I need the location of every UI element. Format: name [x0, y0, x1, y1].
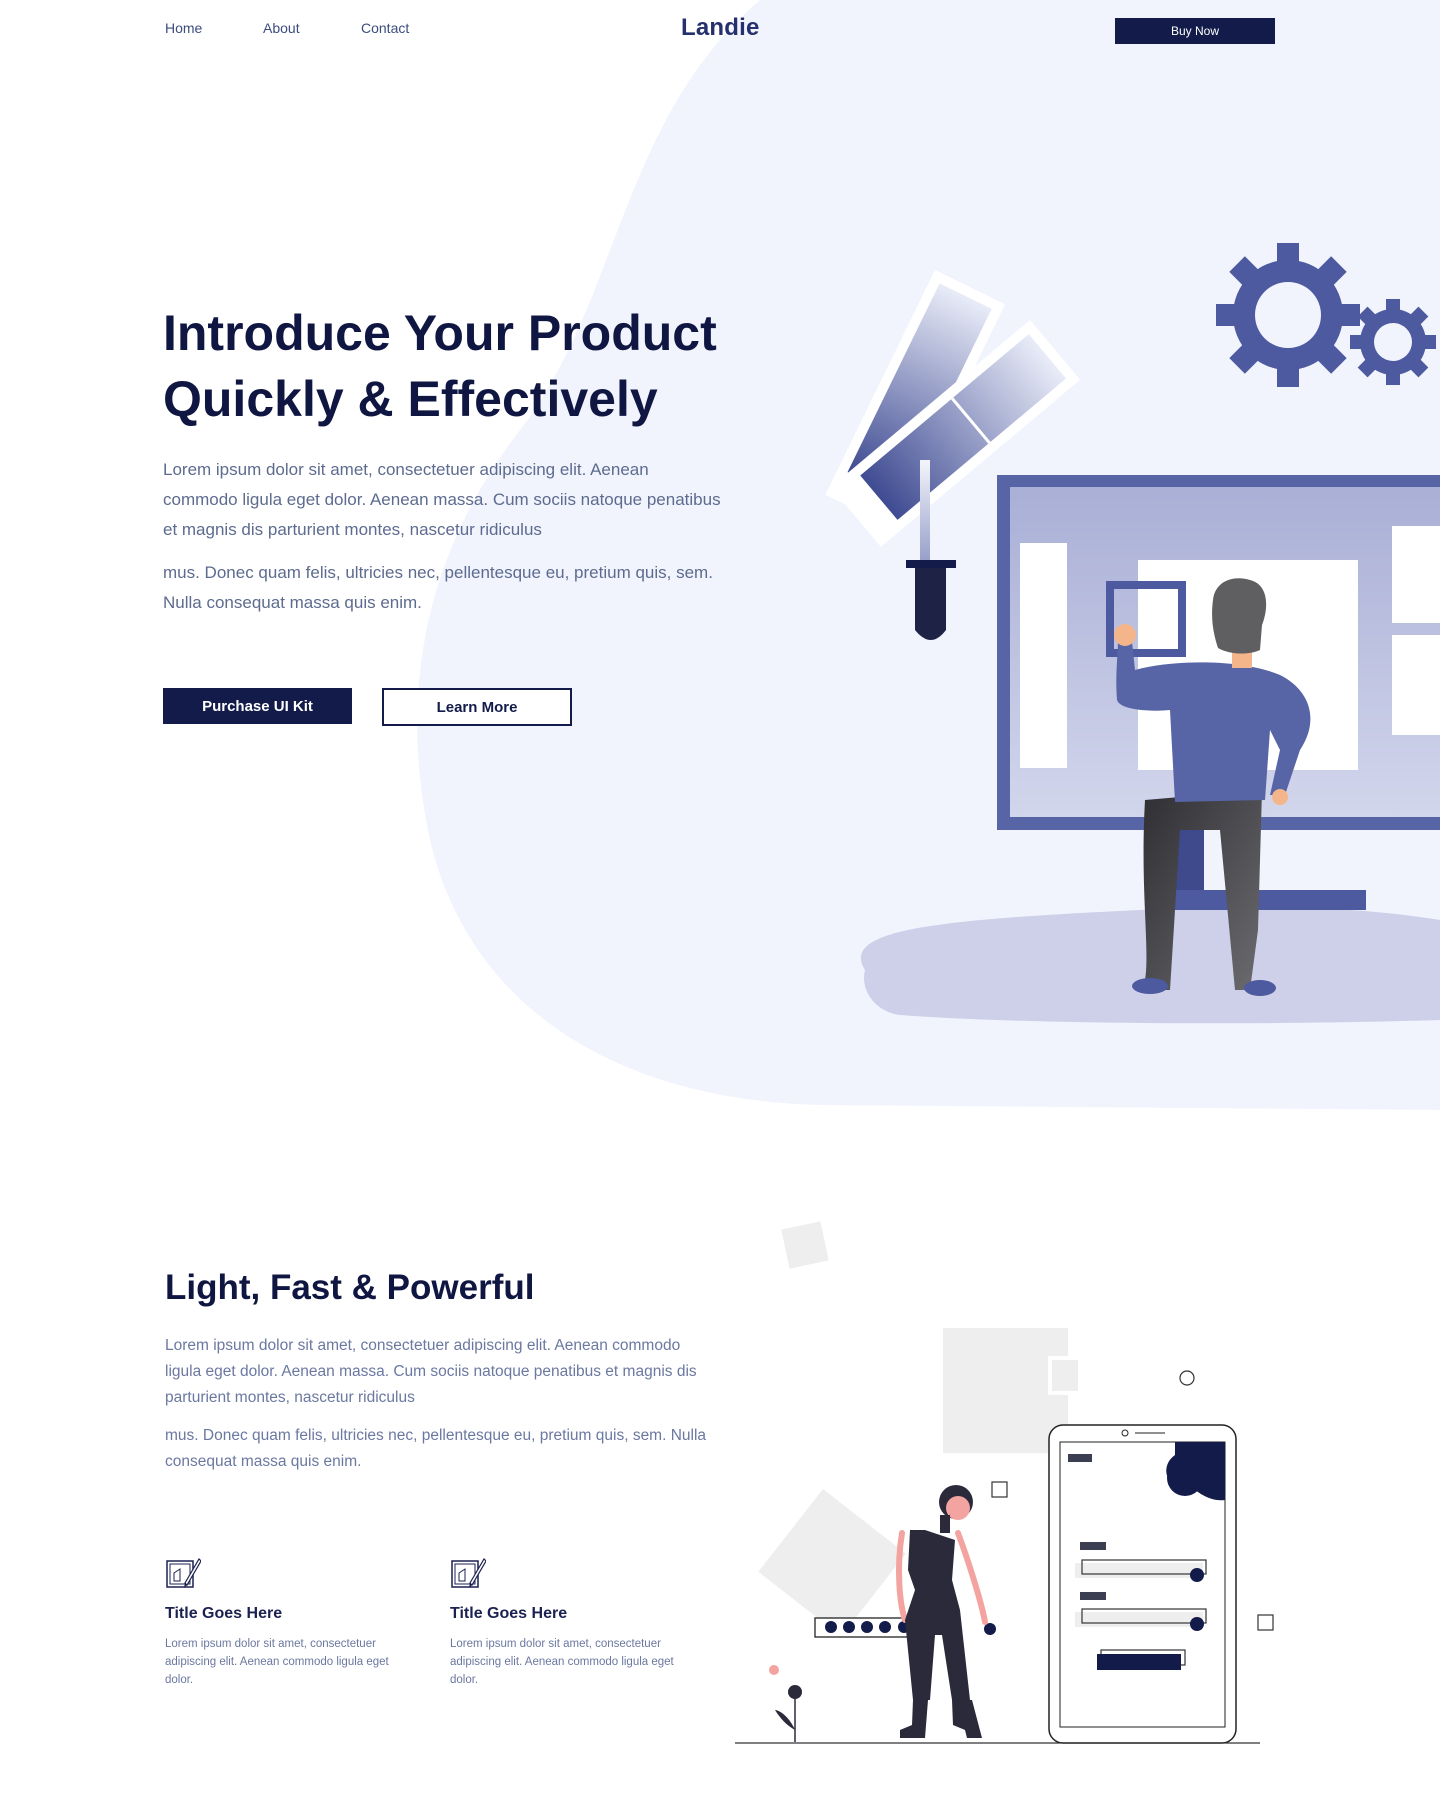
woman-body: [905, 1530, 970, 1700]
small-gear-icon: [1350, 299, 1436, 385]
plant-flower: [769, 1665, 779, 1675]
hero-illustration: [825, 243, 1440, 1024]
nav-about-link[interactable]: About: [263, 20, 300, 36]
decor-square: [758, 1489, 906, 1637]
plant-leaf: [775, 1710, 795, 1730]
dropper-bulb: [915, 568, 946, 640]
person-head: [1212, 578, 1267, 654]
hero-paragraph-1: Lorem ipsum dolor sit amet, consectetuer…: [163, 460, 721, 539]
screen-panel-right-bottom: [1392, 635, 1440, 735]
blueprint-pencil-icon: [451, 1558, 486, 1588]
large-gear-icon: [1216, 243, 1360, 387]
nav-contact-link[interactable]: Contact: [361, 20, 409, 36]
features-illustration: [735, 1221, 1274, 1744]
feature-text: Lorem ipsum dolor sit amet, consectetuer…: [165, 1638, 389, 1686]
learn-more-button[interactable]: Learn More: [382, 688, 572, 726]
phone-label-bar: [1080, 1592, 1106, 1600]
feature-text: Lorem ipsum dolor sit amet, consectetuer…: [450, 1638, 674, 1686]
features-paragraph-1: Lorem ipsum dolor sit amet, consectetuer…: [165, 1337, 697, 1406]
decor-circle: [1179, 1370, 1195, 1386]
dropper-collar: [906, 560, 956, 568]
decor-outline-square: [991, 1481, 1008, 1498]
features-section-title: Light, Fast & Powerful: [165, 1268, 535, 1307]
hero-title: Introduce Your Product Quickly & Effecti…: [163, 300, 783, 432]
decor-outline-square: [1257, 1614, 1274, 1631]
purchase-ui-kit-button[interactable]: Purchase UI Kit: [163, 688, 352, 724]
person-hand: [1114, 624, 1136, 646]
features-paragraph-2: mus. Donec quam felis, ultricies nec, pe…: [165, 1427, 707, 1470]
monitor-stand: [1160, 890, 1366, 910]
phone-label-bar: [1080, 1542, 1106, 1550]
blueprint-pencil-icon: [166, 1558, 201, 1588]
feature-title: Title Goes Here: [450, 1605, 568, 1622]
screen-panel-right-top: [1392, 526, 1440, 623]
decor-square: [1048, 1356, 1082, 1395]
landing-page: Home About Contact Landie Buy Now Introd…: [0, 0, 1440, 1805]
person-shoe-right: [1244, 980, 1276, 996]
screen-panel-left: [1020, 543, 1067, 768]
feature-title: Title Goes Here: [165, 1605, 283, 1622]
woman-arm: [896, 1530, 908, 1623]
hero-paragraph-2: mus. Donec quam felis, ultricies nec, pe…: [163, 563, 713, 612]
hero-title-line-2: Quickly & Effectively: [163, 371, 658, 427]
brand-logo[interactable]: Landie: [681, 14, 760, 42]
person-hand-right: [1272, 789, 1288, 805]
buy-now-button[interactable]: Buy Now: [1115, 18, 1275, 44]
woman-shoe: [900, 1700, 928, 1738]
person-shoe-left: [1132, 978, 1168, 994]
hero-title-line-1: Introduce Your Product: [163, 305, 717, 361]
decor-square: [781, 1221, 829, 1269]
nav-home-link[interactable]: Home: [165, 20, 202, 36]
phone-submit-button: [1097, 1654, 1181, 1670]
